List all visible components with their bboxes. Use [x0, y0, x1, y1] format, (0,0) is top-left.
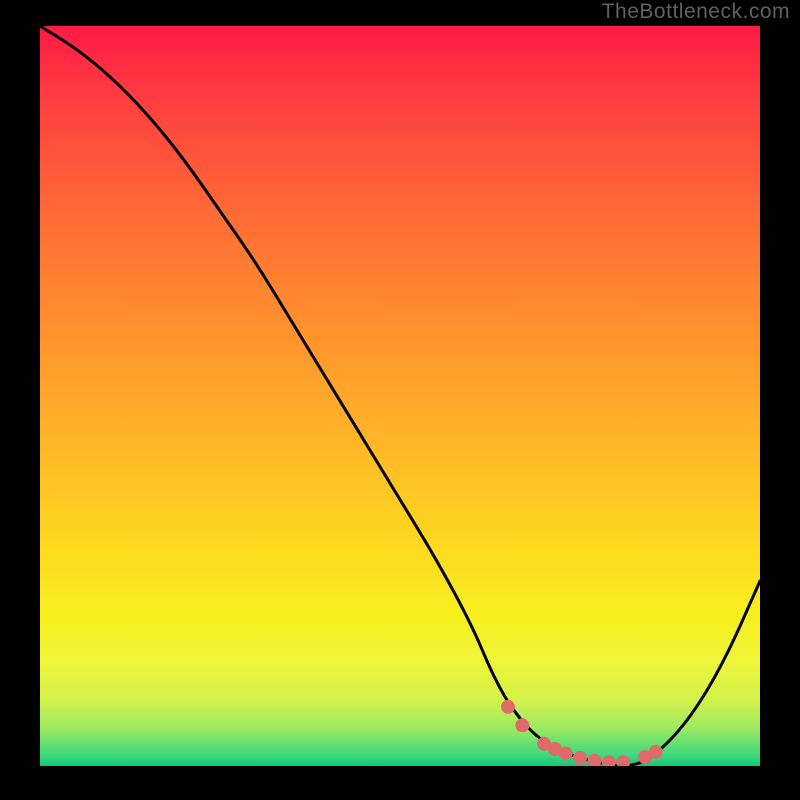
flat-region-dot: [559, 746, 573, 760]
flat-region-dot: [649, 745, 663, 759]
flat-region-dot: [515, 718, 529, 732]
bottleneck-chart-svg: [40, 26, 760, 766]
chart-frame: TheBottleneck.com: [0, 0, 800, 800]
flat-region-dot: [573, 751, 587, 765]
flat-region-dot: [501, 700, 515, 714]
gradient-background: [40, 26, 760, 766]
plot-area: [40, 26, 760, 766]
watermark-text: TheBottleneck.com: [602, 0, 790, 24]
